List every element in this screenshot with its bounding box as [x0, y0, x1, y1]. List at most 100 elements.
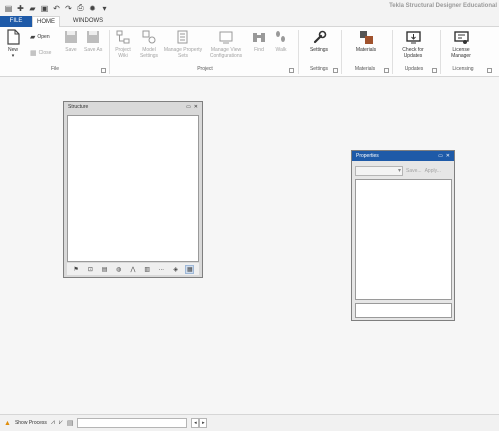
close-icon[interactable]: ✕	[194, 104, 198, 110]
tab-home[interactable]: HOME	[32, 16, 60, 27]
group-file-label: File	[50, 66, 60, 72]
structure-toolbar: ⚑ ⊡ ▤ ◍ ⋀ ▥ ... ◈ ▦	[67, 263, 199, 275]
display-icon[interactable]: ▤	[67, 419, 74, 427]
more-icon[interactable]: ...	[157, 265, 166, 274]
save-disk-icon	[63, 29, 79, 45]
print-icon[interactable]: ⎙	[76, 3, 85, 13]
properties-panel-header[interactable]: Properties ▭ ✕	[352, 151, 454, 161]
wrench-icon	[311, 29, 327, 45]
manage-view-configurations-label: Manage View Configurations	[209, 47, 243, 59]
ribbon-tabs: FILE HOME WINDOWS	[0, 16, 499, 27]
globe-icon[interactable]: ◍	[114, 265, 123, 274]
structure-tree-icon[interactable]: ▦	[185, 264, 195, 274]
analysis-icon[interactable]: ⋀	[128, 265, 137, 274]
updates-icon	[405, 29, 421, 45]
settings-icon[interactable]: ✹	[88, 4, 97, 13]
save-label: Save	[65, 47, 77, 53]
updates-group-launcher-icon[interactable]	[432, 68, 437, 73]
check-for-updates-label: Check for Updates	[402, 47, 424, 59]
project-wiki-icon	[115, 29, 131, 45]
licensing-group-launcher-icon[interactable]	[487, 68, 492, 73]
model-settings-button[interactable]: Model Settings	[137, 29, 161, 59]
save-as-icon	[85, 29, 101, 45]
new-file-icon[interactable]: ✚	[16, 4, 25, 13]
save-link[interactable]: Save...	[406, 168, 422, 174]
license-manager-label: License Manager	[451, 47, 471, 59]
model-settings-label: Model Settings	[139, 47, 159, 59]
undo-icon[interactable]: ↶	[52, 4, 61, 13]
tab-windows[interactable]: WINDOWS	[66, 16, 110, 27]
frames-icon[interactable]: ▤	[100, 265, 109, 274]
grid-snap-icon[interactable]: ⩗	[59, 419, 63, 427]
snap-icon[interactable]: ⩘	[51, 419, 55, 427]
close-label: Close	[38, 50, 52, 56]
save-icon[interactable]: ▣	[40, 4, 49, 13]
open-folder-icon[interactable]: ▰	[28, 4, 37, 13]
group-updates-label: Updates	[404, 66, 424, 72]
show-process-button[interactable]: Show Process	[15, 420, 47, 426]
model-settings-icon	[141, 29, 157, 45]
materials-button[interactable]: Materials	[351, 29, 381, 53]
close-button[interactable]: ▦ Close	[30, 49, 51, 57]
save-button[interactable]: Save	[63, 29, 79, 53]
tab-file[interactable]: FILE	[0, 16, 32, 27]
close-icon[interactable]: ✕	[446, 153, 450, 159]
project-group-launcher-icon[interactable]	[289, 68, 294, 73]
open-label: Open	[37, 34, 50, 40]
new-document-icon	[5, 29, 21, 45]
file-group-launcher-icon[interactable]	[101, 68, 106, 73]
prev-icon[interactable]: ◂	[191, 418, 200, 428]
command-input[interactable]	[77, 418, 188, 428]
settings-button[interactable]: Settings	[306, 29, 332, 53]
license-manager-button[interactable]: License Manager	[445, 29, 477, 59]
layers-icon[interactable]: ◈	[171, 265, 180, 274]
maximize-icon[interactable]: ▭	[186, 104, 191, 110]
materials-label: Materials	[355, 47, 377, 53]
structure-panel: Structure ▭ ✕ ⚑ ⊡ ▤ ◍ ⋀ ▥ ... ◈ ▦	[63, 101, 203, 278]
walk-label: Walk	[275, 47, 287, 53]
binoculars-icon	[251, 29, 267, 45]
materials-icon	[358, 29, 374, 45]
next-icon[interactable]: ▸	[199, 418, 208, 428]
properties-grid[interactable]	[355, 179, 452, 300]
structure-tree[interactable]	[67, 115, 199, 262]
settings-label: Settings	[309, 47, 329, 53]
open-button[interactable]: ▰ Open	[30, 33, 50, 41]
manage-property-sets-button[interactable]: Manage Property Sets	[163, 29, 203, 59]
new-dropdown-icon: ▾	[11, 53, 15, 59]
project-wiki-button[interactable]: Project Wiki	[111, 29, 135, 59]
structure-panel-header[interactable]: Structure ▭ ✕	[64, 102, 202, 112]
open-folder-icon: ▰	[30, 34, 36, 41]
document-icon[interactable]: ▥	[143, 265, 152, 274]
find-label: Find	[254, 47, 264, 53]
close-file-icon: ▦	[30, 50, 37, 57]
redo-icon[interactable]: ↷	[64, 4, 73, 13]
find-button[interactable]: Find	[250, 29, 268, 53]
properties-panel: Properties ▭ ✕ Save... Apply...	[351, 150, 455, 321]
save-as-label: Save As	[84, 47, 103, 53]
group-licensing-label: Licensing	[452, 66, 474, 72]
property-sets-icon	[175, 29, 191, 45]
save-as-button[interactable]: Save As	[84, 29, 102, 53]
status-bar: ▲ Show Process ⩘ ⩗ ▤ ◂ ▸	[0, 414, 499, 431]
apply-link[interactable]: Apply...	[425, 168, 441, 174]
properties-toolbar: Save... Apply...	[355, 165, 452, 177]
levels-icon[interactable]: ⚑	[72, 265, 81, 274]
warning-icon: ▲	[4, 419, 11, 427]
customize-dropdown-icon[interactable]: ▾	[100, 4, 109, 13]
walk-button[interactable]: Walk	[272, 29, 290, 53]
check-for-updates-button[interactable]: Check for Updates	[396, 29, 430, 59]
license-icon	[453, 29, 469, 45]
property-set-select[interactable]	[355, 166, 403, 176]
maximize-icon[interactable]: ▭	[438, 153, 443, 159]
materials-group-launcher-icon[interactable]	[384, 68, 389, 73]
app-title: Tekla Structural Designer Educational	[389, 3, 497, 9]
app-menu-icon[interactable]: ▤	[4, 4, 13, 13]
new-button[interactable]: New ▾	[5, 29, 21, 59]
property-description	[355, 303, 452, 318]
lock-icon[interactable]: ⊡	[86, 265, 95, 274]
status-nav: ◂ ▸	[191, 418, 208, 428]
manage-view-configurations-button[interactable]: Manage View Configurations	[205, 29, 247, 59]
group-materials-label: Materials	[354, 66, 376, 72]
settings-group-launcher-icon[interactable]	[333, 68, 338, 73]
